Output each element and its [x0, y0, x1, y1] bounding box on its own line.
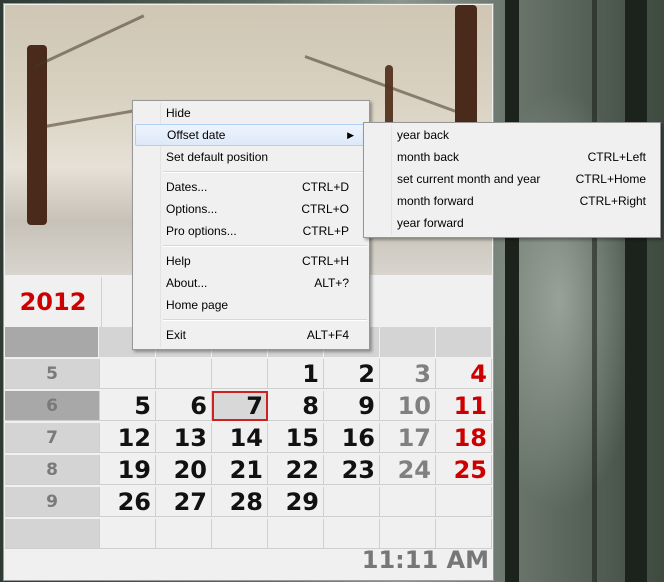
calendar-week-row: 5 1234: [5, 359, 492, 391]
calendar-day[interactable]: 22: [268, 455, 324, 485]
calendar-day: [156, 519, 212, 549]
menu-item-exit[interactable]: Exit ALT+F4: [133, 324, 369, 346]
submenu-item-set-current-month-year[interactable]: set current month and year CTRL+Home: [364, 168, 660, 190]
calendar-day[interactable]: 18: [436, 423, 492, 453]
menu-item-offset-date[interactable]: Offset date ▶: [135, 124, 367, 146]
calendar-week-row: 9 26 27 28 29: [5, 487, 492, 519]
week-number: 6: [5, 391, 100, 421]
calendar-day: [436, 519, 492, 549]
submenu-item-year-forward[interactable]: year forward: [364, 212, 660, 234]
calendar-day[interactable]: 16: [324, 423, 380, 453]
calendar-day[interactable]: 27: [156, 487, 212, 517]
submenu-arrow-icon: ▶: [347, 129, 354, 140]
calendar-day: [380, 487, 436, 517]
menu-item-help[interactable]: Help CTRL+H: [133, 250, 369, 272]
background-tree: [505, 0, 519, 582]
calendar-day[interactable]: 5: [100, 391, 156, 421]
calendar-day[interactable]: 14: [212, 423, 268, 453]
weekday-header: [379, 327, 436, 357]
calendar-day[interactable]: 11: [436, 391, 492, 421]
calendar-day[interactable]: 8: [268, 391, 324, 421]
calendar-day[interactable]: 28: [212, 487, 268, 517]
calendar-day-today[interactable]: 7: [212, 391, 268, 421]
calendar-day: [436, 487, 492, 517]
calendar-week-row: 6 5 6 7 8 9 10 11: [5, 391, 492, 423]
calendar-day[interactable]: 6: [156, 391, 212, 421]
calendar-day[interactable]: 23: [324, 455, 380, 485]
background-tree: [592, 0, 597, 582]
calendar-day[interactable]: 4: [436, 359, 492, 389]
calendar-day: [212, 519, 268, 549]
menu-separator: [133, 316, 369, 324]
menu-separator: [133, 242, 369, 250]
week-number: 7: [5, 423, 100, 453]
week-number: [5, 519, 100, 549]
week-number: 8: [5, 455, 100, 485]
calendar-day: [380, 519, 436, 549]
calendar-day[interactable]: 21: [212, 455, 268, 485]
calendar-day[interactable]: 25: [436, 455, 492, 485]
week-header: [5, 327, 100, 357]
calendar-day: [100, 519, 156, 549]
calendar-day[interactable]: 24: [380, 455, 436, 485]
calendar-day[interactable]: 9: [324, 391, 380, 421]
calendar-day[interactable]: 3: [380, 359, 436, 389]
submenu-item-year-back[interactable]: year back: [364, 124, 660, 146]
weekday-header: [435, 327, 492, 357]
year-label: 2012: [5, 277, 102, 327]
calendar-day[interactable]: 26: [100, 487, 156, 517]
submenu-item-month-forward[interactable]: month forward CTRL+Right: [364, 190, 660, 212]
clock: 11:11 AM: [361, 546, 489, 574]
menu-item-home-page[interactable]: Home page: [133, 294, 369, 316]
calendar-day[interactable]: 13: [156, 423, 212, 453]
calendar-day: [324, 519, 380, 549]
menu-item-pro-options[interactable]: Pro options... CTRL+P: [133, 220, 369, 242]
week-number: 5: [5, 359, 100, 389]
calendar-week-row: 7 12 13 14 15 16 17 18: [5, 423, 492, 455]
calendar-day[interactable]: 2: [324, 359, 380, 389]
context-menu: Hide Offset date ▶ Set default position D…: [132, 100, 370, 350]
calendar-day: [100, 359, 156, 389]
week-number: 9: [5, 487, 100, 517]
calendar-day[interactable]: 29: [268, 487, 324, 517]
offset-date-submenu: year back month back CTRL+Left set curren…: [363, 122, 661, 238]
calendar-day[interactable]: 10: [380, 391, 436, 421]
calendar-grid: 5 1 2 3 4 6 5 6 7 8 9 10 11 7 12 13 14 15 16 17 18 8 19 20 21 22 2…: [5, 359, 492, 551]
menu-separator: [133, 168, 369, 176]
menu-item-set-default-position[interactable]: Set default position: [133, 146, 369, 168]
calendar-day[interactable]: 1: [268, 359, 324, 389]
calendar-day: [324, 487, 380, 517]
menu-item-about[interactable]: About... ALT+?: [133, 272, 369, 294]
calendar-day: [268, 519, 324, 549]
calendar-day[interactable]: 19: [100, 455, 156, 485]
menu-item-dates[interactable]: Dates... CTRL+D: [133, 176, 369, 198]
calendar-day: [156, 359, 212, 389]
calendar-day: [212, 359, 268, 389]
calendar-week-row: 8 19 20 21 22 23 24 25: [5, 455, 492, 487]
menu-item-hide[interactable]: Hide: [133, 102, 369, 124]
submenu-item-month-back[interactable]: month back CTRL+Left: [364, 146, 660, 168]
calendar-day[interactable]: 12: [100, 423, 156, 453]
calendar-day[interactable]: 15: [268, 423, 324, 453]
calendar-day[interactable]: 17: [380, 423, 436, 453]
background-tree: [625, 0, 647, 582]
calendar-day[interactable]: 20: [156, 455, 212, 485]
menu-item-options[interactable]: Options... CTRL+O: [133, 198, 369, 220]
